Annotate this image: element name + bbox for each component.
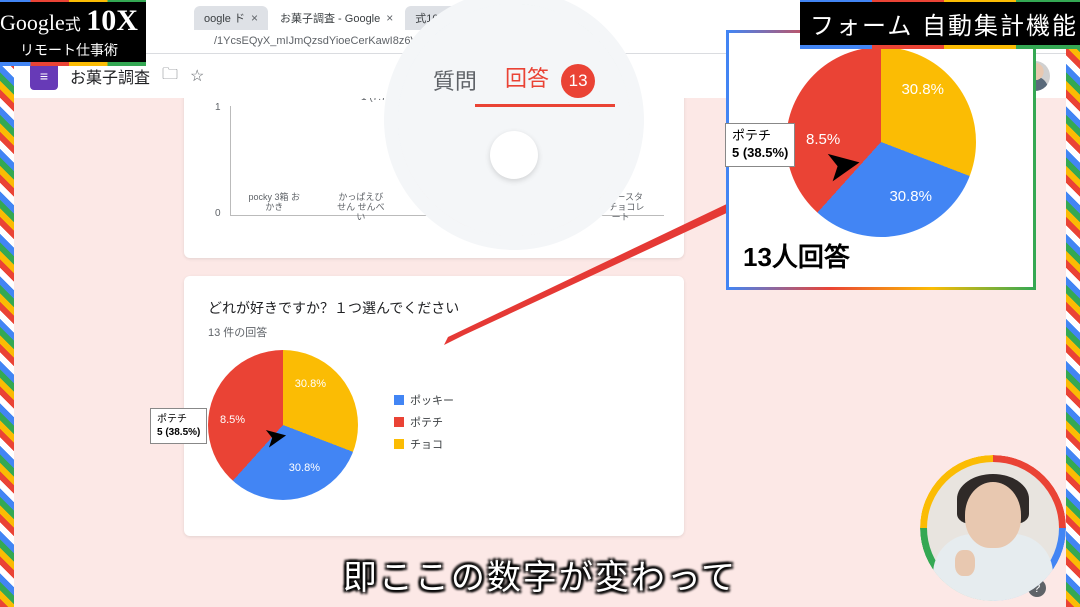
forms-app-icon[interactable]: ≡	[30, 62, 58, 90]
presenter-bubble	[920, 455, 1066, 601]
legend-label: ポテチ	[410, 414, 443, 430]
magnifier-lens: 質問 回答 13	[384, 0, 644, 250]
close-icon[interactable]: ×	[251, 11, 258, 25]
fab-icon	[490, 131, 538, 179]
pie-slice-label: 30.8%	[295, 378, 326, 390]
pie-tooltip: ポテチ 5 (38.5%)	[150, 408, 207, 444]
inset-pie-chart: 30.8% 30.8% 8.5%	[786, 47, 976, 237]
browser-tab[interactable]: お菓子調査 - Google×	[270, 6, 403, 30]
close-icon[interactable]: ×	[386, 11, 393, 25]
inset-panel: 30.8% 30.8% 8.5% ポテチ 5 (38.5%) ➤ 13人回答	[726, 30, 1036, 290]
tab-responses[interactable]: 回答 13	[505, 61, 595, 98]
pie-slice-label: 8.5%	[220, 414, 245, 426]
star-icon[interactable]: ☆	[190, 66, 204, 86]
form-title[interactable]: お菓子調査	[70, 64, 150, 88]
response-count-badge: 13	[561, 64, 595, 98]
legend-swatch	[394, 395, 404, 405]
browser-tab[interactable]: oogle ド×	[194, 6, 268, 30]
legend-swatch	[394, 417, 404, 427]
y-tick: 1	[215, 102, 221, 113]
inset-tooltip: ポテチ 5 (38.5%)	[725, 123, 795, 167]
bar-category: かっぱえびせん せんべい	[335, 193, 387, 215]
inset-caption: 13人回答	[743, 237, 1033, 274]
pie-slice-label: 30.8%	[289, 462, 320, 474]
folder-icon[interactable]: 🗀	[162, 63, 178, 90]
legend-label: ポッキー	[410, 392, 454, 408]
pie-slice-label: 30.8%	[901, 81, 944, 98]
pie-slice-label: 30.8%	[889, 188, 932, 205]
legend-label: チョコ	[410, 436, 443, 452]
video-subtitle: 即ここの数字が変わって	[343, 550, 737, 599]
y-tick: 0	[215, 208, 221, 219]
pie-legend: ポッキー ポテチ チョコ	[394, 392, 454, 458]
tab-questions[interactable]: 質問	[433, 64, 477, 96]
bar-category: pocky 3箱 おかき	[248, 193, 300, 215]
feature-banner: フォーム 自動集計機能	[800, 0, 1080, 49]
legend-swatch	[394, 439, 404, 449]
title-badge: Google式 10X リモート仕事術	[0, 0, 146, 66]
